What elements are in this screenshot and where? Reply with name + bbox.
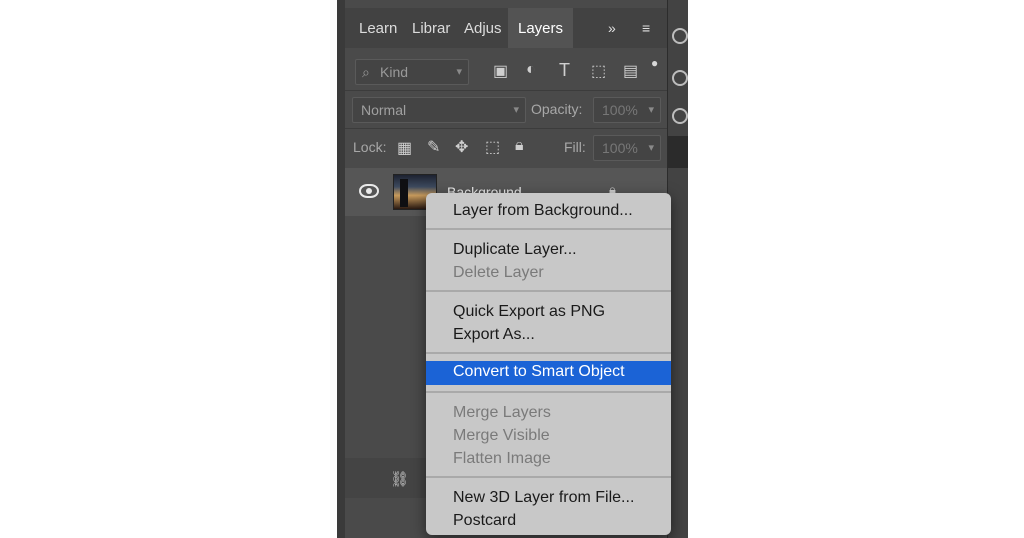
blend-mode-select[interactable]: Normal ▾ (352, 97, 526, 123)
tab-adjustments[interactable]: Adjus (464, 8, 502, 48)
layer-context-menu: Layer from Background... Duplicate Layer… (426, 193, 671, 535)
panel-icon[interactable] (672, 108, 688, 124)
fill-value: 100% (602, 140, 638, 156)
link-layers-icon[interactable]: ⛓︎ (390, 470, 409, 488)
menu-separator (426, 290, 671, 292)
menu-item-postcard[interactable]: Postcard (453, 512, 516, 530)
lock-artboard-icon[interactable]: ⬚ (485, 137, 500, 157)
panel-icon[interactable] (672, 28, 688, 44)
menu-separator (426, 391, 671, 393)
menu-item-convert-to-smart-object[interactable]: Convert to Smart Object (453, 363, 625, 381)
blend-mode-value: Normal (361, 102, 407, 118)
type-filter-icon[interactable]: T (559, 60, 570, 81)
fill-input[interactable]: 100% ▾ (593, 135, 661, 161)
image-filter-icon[interactable]: ▣ (493, 61, 508, 81)
opacity-input[interactable]: 100% ▾ (593, 97, 661, 123)
tab-learn[interactable]: Learn (359, 8, 397, 48)
panel-icon[interactable] (672, 70, 688, 86)
filter-toggle-icon[interactable]: ● (651, 56, 658, 70)
menu-item-duplicate-layer[interactable]: Duplicate Layer... (453, 241, 577, 259)
menu-item-quick-export-png[interactable]: Quick Export as PNG (453, 303, 605, 321)
menu-item-export-as[interactable]: Export As... (453, 326, 535, 344)
opacity-label: Opacity: (531, 101, 583, 117)
menu-item-layer-from-background[interactable]: Layer from Background... (453, 202, 633, 220)
lock-position-icon[interactable]: ✥ (455, 137, 468, 157)
filter-kind-label: Kind (380, 64, 409, 80)
menu-highlight: Convert to Smart Object (426, 361, 671, 385)
adjustment-filter-icon[interactable]: ◐ (526, 61, 536, 79)
tab-layers[interactable]: Layers (508, 8, 574, 48)
search-icon: ⌕ (362, 64, 370, 80)
menu-separator (426, 228, 671, 230)
menu-item-merge-layers: Merge Layers (453, 404, 551, 421)
menu-separator (426, 352, 671, 354)
chevron-down-icon: ▾ (648, 142, 654, 154)
lock-all-icon[interactable]: 🔒︎ (515, 137, 524, 155)
menu-item-flatten-image: Flatten Image (453, 450, 551, 467)
shape-filter-icon[interactable]: ⬚ (591, 61, 606, 81)
tab-overflow-icon[interactable]: » (608, 20, 616, 36)
smart-object-filter-icon[interactable]: ▤ (623, 61, 638, 81)
divider (345, 90, 667, 91)
fill-label: Fill: (564, 139, 586, 155)
panel-menu-icon[interactable]: ≡ (642, 20, 650, 36)
tab-libraries[interactable]: Librar (412, 8, 450, 48)
divider (345, 128, 667, 129)
panel-tabs: Learn Librar Adjus Layers » ≡ (345, 8, 667, 48)
menu-item-delete-layer: Delete Layer (453, 264, 544, 281)
menu-separator (426, 476, 671, 478)
menu-item-merge-visible: Merge Visible (453, 427, 550, 444)
eye-icon[interactable] (359, 184, 379, 198)
chevron-down-icon: ▾ (648, 104, 654, 116)
lock-transparent-icon[interactable]: ▦ (397, 138, 412, 158)
lock-image-pixels-icon[interactable]: ✎ (427, 137, 440, 157)
lock-label: Lock: (353, 139, 387, 155)
filter-kind-select[interactable]: ⌕ Kind ▾ (355, 59, 469, 85)
chevron-down-icon: ▾ (456, 66, 462, 78)
chevron-down-icon: ▾ (513, 104, 519, 116)
layers-panel-icon[interactable] (668, 136, 688, 168)
opacity-value: 100% (602, 102, 638, 118)
menu-item-new-3d-layer-from-file[interactable]: New 3D Layer from File... (453, 489, 634, 507)
